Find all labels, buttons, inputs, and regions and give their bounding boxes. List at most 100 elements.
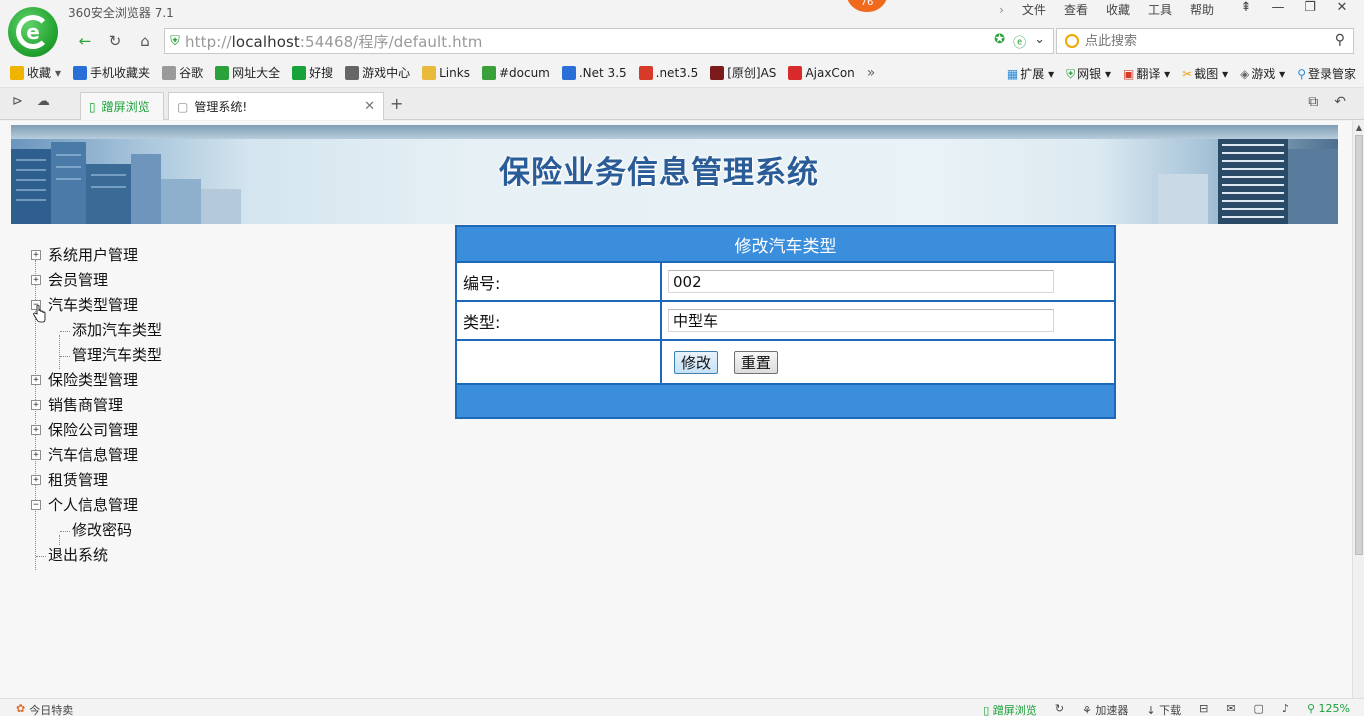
- extensions-button[interactable]: ▦ 扩展 ▾: [1007, 65, 1054, 82]
- favorite-item[interactable]: .net3.5: [638, 65, 698, 80]
- minimize-button[interactable]: —: [1262, 0, 1294, 18]
- status-accelerator[interactable]: ⚘ 加速器: [1082, 702, 1128, 716]
- expand-icon[interactable]: +: [31, 425, 41, 435]
- login-manager-button[interactable]: ⚲ 登录管家: [1297, 65, 1356, 82]
- favorite-item[interactable]: [原创]AS: [710, 64, 776, 81]
- notification-badge[interactable]: 76: [846, 0, 888, 12]
- favorite-item[interactable]: 网址大全: [215, 64, 280, 81]
- url-input[interactable]: ⛨ http://localhost:54468/程序/default.htm …: [164, 28, 1054, 54]
- maximize-button[interactable]: ❐: [1294, 0, 1326, 18]
- tree-item[interactable]: + 系统用户管理: [28, 243, 162, 268]
- favorite-item[interactable]: 谷歌: [162, 64, 203, 81]
- expand-icon[interactable]: +: [31, 475, 41, 485]
- compat-mode-icon[interactable]: ⓔ: [1013, 32, 1026, 51]
- tree-item[interactable]: − 汽车类型管理: [28, 293, 162, 318]
- dropdown-icon[interactable]: ⌄: [1034, 32, 1045, 51]
- menu-help[interactable]: 帮助: [1190, 1, 1214, 19]
- status-window-icon[interactable]: ▢: [1254, 702, 1264, 716]
- expand-icon[interactable]: +: [31, 275, 41, 285]
- chevron-right-icon[interactable]: ›: [999, 1, 1004, 19]
- pin-icon[interactable]: ⇞: [1230, 0, 1262, 18]
- favorite-item[interactable]: #docum: [481, 65, 550, 80]
- new-tab-button[interactable]: +: [390, 94, 403, 113]
- home-icon[interactable]: ⌂: [130, 30, 160, 52]
- id-input[interactable]: [668, 270, 1054, 293]
- tree-item[interactable]: + 销售商管理: [28, 393, 162, 418]
- search-box[interactable]: ⚲: [1056, 28, 1354, 54]
- games-button[interactable]: ◈ 游戏 ▾: [1240, 65, 1285, 82]
- reset-button[interactable]: 重置: [733, 350, 778, 374]
- tree-item-label[interactable]: 保险公司管理: [48, 421, 138, 439]
- url-text[interactable]: http://localhost:54468/程序/default.htm: [185, 31, 482, 52]
- tree-item-label[interactable]: 退出系统: [48, 546, 108, 564]
- tree-item[interactable]: + 汽车信息管理: [28, 443, 162, 468]
- tree-item[interactable]: + 保险公司管理: [28, 418, 162, 443]
- tree-item-label[interactable]: 会员管理: [48, 271, 108, 289]
- tab-split-browse[interactable]: ▯ 蹭屏浏览: [80, 92, 164, 120]
- speedup-icon[interactable]: ✪: [994, 32, 1005, 51]
- tab-list-icon[interactable]: ⧉: [1308, 94, 1318, 110]
- status-mail-icon[interactable]: ✉: [1226, 702, 1235, 716]
- cloud-icon[interactable]: ☁: [37, 94, 50, 109]
- tree-item[interactable]: + 保险类型管理: [28, 368, 162, 393]
- tree-item[interactable]: + 租赁管理: [28, 468, 162, 493]
- favorite-item[interactable]: AjaxCon: [788, 65, 855, 80]
- status-download[interactable]: ↓ 下载: [1146, 702, 1181, 716]
- tree-item[interactable]: + 会员管理: [28, 268, 162, 293]
- more-favorites-icon[interactable]: »: [867, 65, 876, 81]
- search-engine-icon[interactable]: [1065, 34, 1079, 48]
- favorite-item[interactable]: Links: [422, 65, 470, 80]
- status-refresh-icon[interactable]: ↻: [1055, 702, 1064, 716]
- favorites-dropdown-icon[interactable]: ▾: [55, 66, 61, 80]
- search-icon[interactable]: ⚲: [1335, 32, 1345, 48]
- tree-item-label[interactable]: 汽车信息管理: [48, 446, 138, 464]
- type-input[interactable]: [668, 309, 1054, 332]
- favorite-item[interactable]: 手机收藏夹: [73, 64, 150, 81]
- status-split-browse[interactable]: ▯ 蹭屏浏览: [983, 702, 1037, 716]
- submit-button[interactable]: 修改: [674, 350, 719, 374]
- collapse-icon[interactable]: −: [31, 500, 41, 510]
- screenshot-button[interactable]: ✂ 截图 ▾: [1182, 65, 1228, 82]
- status-layout-icon[interactable]: ⊟: [1199, 702, 1208, 716]
- tree-item-label[interactable]: 销售商管理: [48, 396, 123, 414]
- search-input[interactable]: [1085, 32, 1325, 50]
- menu-view[interactable]: 查看: [1064, 1, 1088, 19]
- browser-logo-icon[interactable]: e: [8, 7, 58, 57]
- tree-item-label[interactable]: 个人信息管理: [48, 496, 138, 514]
- vertical-scrollbar[interactable]: ▲: [1352, 121, 1364, 698]
- favorite-item[interactable]: 好搜: [292, 64, 333, 81]
- tree-item[interactable]: 添加汽车类型: [28, 318, 162, 343]
- tree-item[interactable]: 修改密码: [28, 518, 162, 543]
- status-left[interactable]: ✿ 今日特卖: [16, 702, 73, 716]
- favorite-item[interactable]: 游戏中心: [345, 64, 410, 81]
- online-banking-button[interactable]: ⛨ 网银 ▾: [1066, 65, 1111, 82]
- tree-item[interactable]: 管理汽车类型: [28, 343, 162, 368]
- tree-item-label[interactable]: 汽车类型管理: [48, 296, 138, 314]
- scroll-thumb[interactable]: [1355, 135, 1363, 555]
- status-zoom[interactable]: ⚲ 125%: [1307, 702, 1350, 716]
- undo-close-icon[interactable]: ↶: [1334, 94, 1346, 110]
- back-icon[interactable]: ←: [70, 30, 100, 52]
- menu-tools[interactable]: 工具: [1148, 1, 1172, 19]
- expand-icon[interactable]: +: [31, 250, 41, 260]
- favorite-item[interactable]: 收藏: [10, 64, 51, 81]
- scroll-up-icon[interactable]: ▲: [1354, 123, 1364, 132]
- tree-item[interactable]: 退出系统: [28, 543, 162, 568]
- menu-file[interactable]: 文件: [1022, 1, 1046, 19]
- tree-item-label[interactable]: 保险类型管理: [48, 371, 138, 389]
- tree-item[interactable]: − 个人信息管理: [28, 493, 162, 518]
- refresh-icon[interactable]: ↻: [100, 30, 130, 52]
- tree-item-label[interactable]: 添加汽车类型: [72, 321, 162, 339]
- expand-icon[interactable]: +: [31, 450, 41, 460]
- expand-icon[interactable]: +: [31, 375, 41, 385]
- tree-item-label[interactable]: 租赁管理: [48, 471, 108, 489]
- tree-item-label[interactable]: 管理汽车类型: [72, 346, 162, 364]
- tree-item-label[interactable]: 修改密码: [72, 521, 132, 539]
- tree-item-label[interactable]: 系统用户管理: [48, 246, 138, 264]
- sidebar-toggle-icon[interactable]: ⊳: [12, 94, 23, 109]
- close-window-button[interactable]: ✕: [1326, 0, 1358, 18]
- expand-icon[interactable]: +: [31, 400, 41, 410]
- status-sound-icon[interactable]: ♪: [1282, 702, 1289, 716]
- menu-favorites[interactable]: 收藏: [1106, 1, 1130, 19]
- favorite-item[interactable]: .Net 3.5: [561, 65, 627, 80]
